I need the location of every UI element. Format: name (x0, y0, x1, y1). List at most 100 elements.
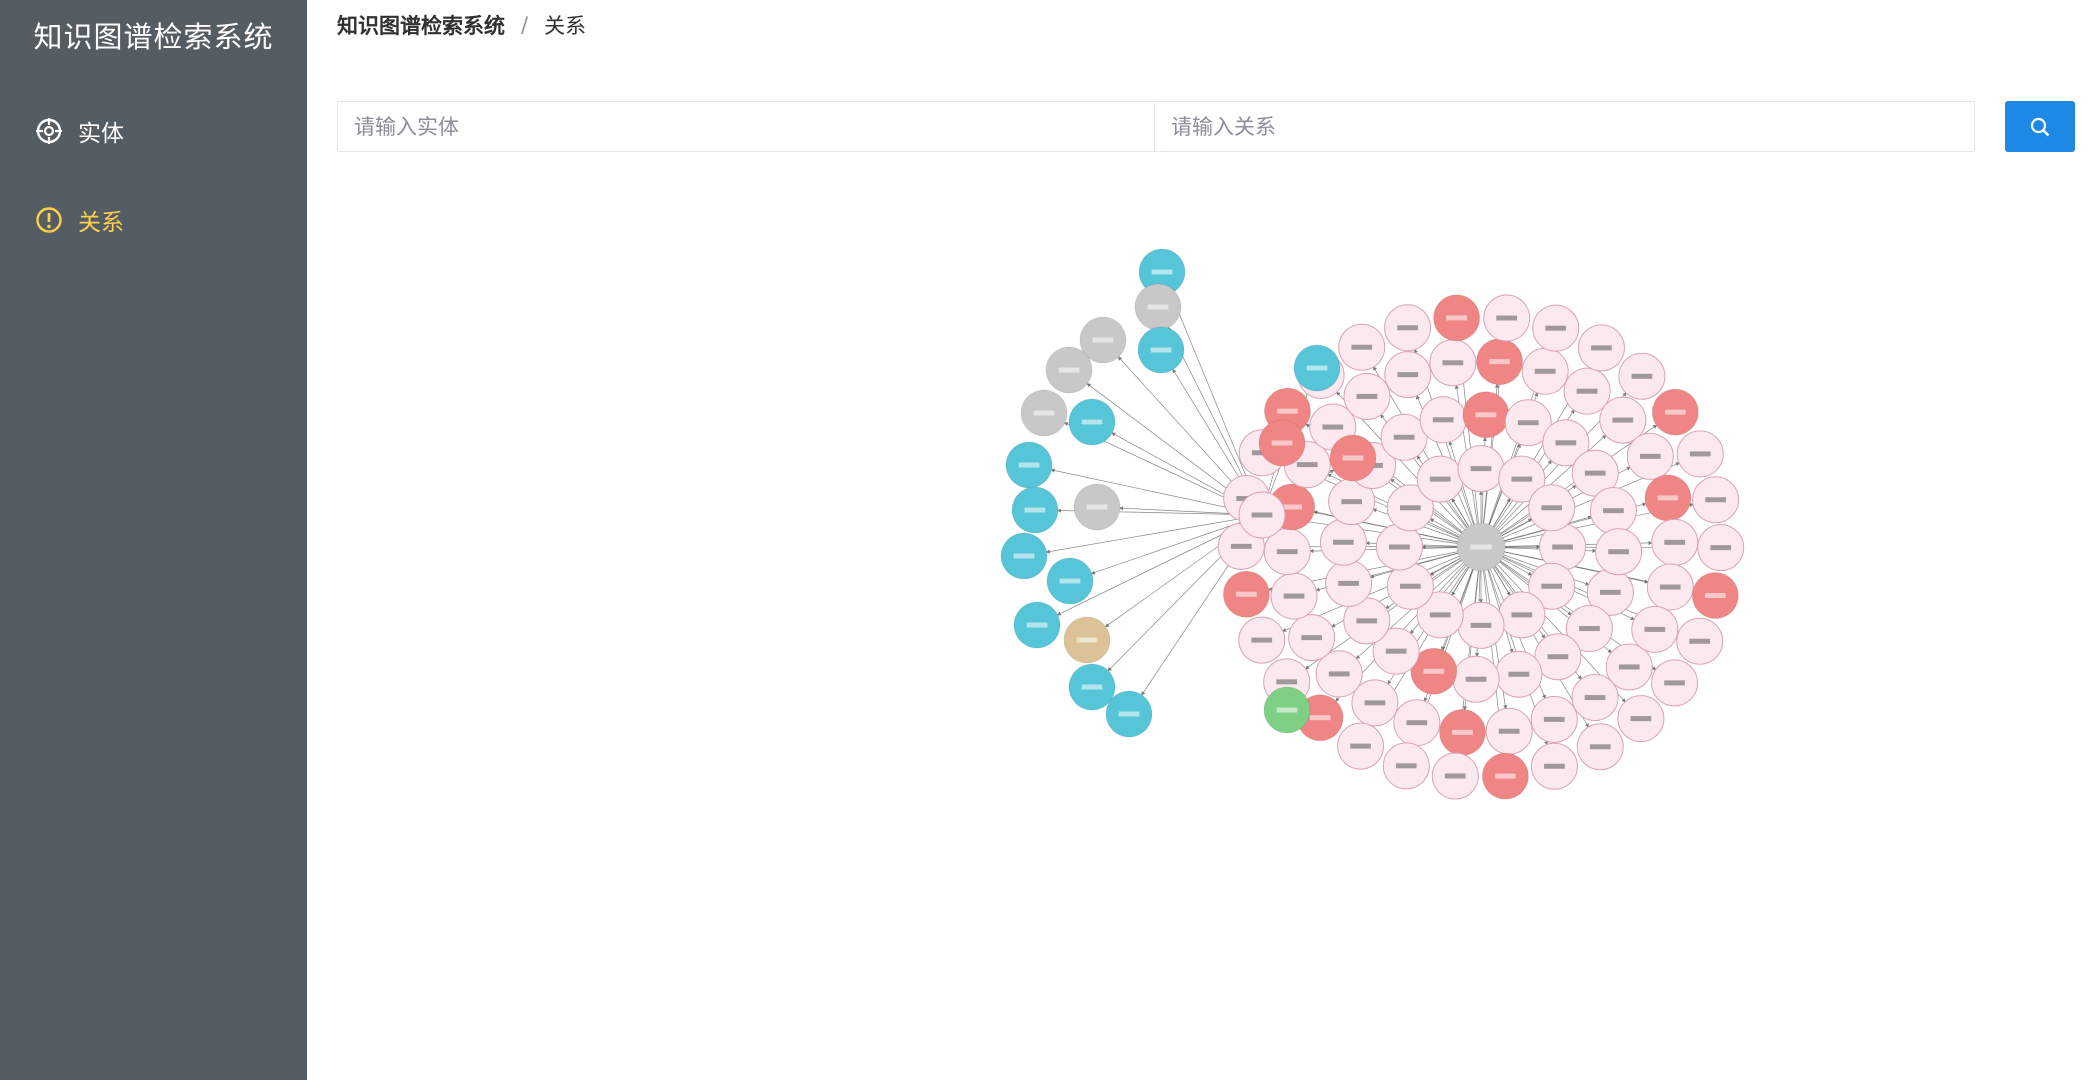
sidebar-item-relation[interactable]: 关系 (34, 200, 124, 240)
graph-node-text (1236, 591, 1257, 597)
graph-node-text (1664, 409, 1686, 415)
graph-node-text (1059, 578, 1081, 584)
graph-node-text (1442, 360, 1464, 366)
graph-node-text (1276, 679, 1298, 685)
graph-node-text (1659, 584, 1681, 590)
graph-node-text (1026, 622, 1048, 628)
graph-node-text (1276, 707, 1298, 713)
graph-node-text (1013, 553, 1035, 559)
graph-node-text (1277, 408, 1298, 414)
graph-node-text (1470, 622, 1492, 628)
graph-node-text (1600, 589, 1621, 595)
graph-node-text (1544, 763, 1565, 769)
graph-node-text (1541, 583, 1563, 589)
graph-node-text (1543, 716, 1565, 722)
relation-input[interactable] (1154, 101, 1975, 152)
graph-node-text (1644, 626, 1666, 632)
graph-node-text (1364, 700, 1386, 706)
graph-node-text (1429, 476, 1451, 482)
graph-node-text (1584, 695, 1606, 701)
graph-node-text (1612, 417, 1634, 423)
graph-node-text (1704, 593, 1726, 599)
crosshair-icon (34, 116, 64, 146)
graph-node-text (1534, 368, 1556, 374)
graph-node-text (1465, 676, 1487, 682)
graph-node-text (1496, 315, 1518, 321)
graph-node-text (1150, 347, 1172, 353)
graph-node-text (1058, 367, 1080, 373)
graph-node-text (1151, 269, 1173, 275)
breadcrumb-separator: / (521, 13, 529, 37)
search-bar (337, 101, 2075, 152)
graph-node-text (1350, 743, 1371, 749)
graph-node-text (1475, 412, 1497, 418)
graph-node-text (1555, 440, 1577, 446)
graph-node-text (1283, 593, 1305, 599)
graph-node-text (1306, 365, 1328, 371)
graph-node-text (1081, 684, 1103, 690)
graph-node-text (1689, 638, 1711, 644)
graph-node-text (1301, 635, 1323, 641)
graph-node-text (1356, 618, 1378, 624)
graph-node-text (1251, 512, 1273, 518)
graph-node-text (1603, 508, 1624, 514)
graph-node-text (1432, 417, 1454, 423)
graph-node-text (1147, 304, 1169, 310)
graph-node-text (1333, 539, 1354, 545)
graph-node-text (1251, 637, 1273, 643)
graph-node-text (1608, 549, 1629, 555)
graph-node-text (1018, 462, 1040, 468)
search-button[interactable] (2005, 101, 2075, 152)
graph-node-text (1446, 315, 1467, 321)
graph-node-text (1517, 420, 1539, 426)
graph-node-text (1024, 507, 1046, 513)
graph-node-text (1639, 453, 1661, 459)
graph-node-text (1342, 455, 1364, 461)
graph-node-text (1511, 612, 1533, 618)
graph-node-text (1710, 545, 1732, 551)
graph-node-text (1389, 544, 1410, 550)
info-circle-icon (34, 205, 64, 235)
graph-node-text (1076, 637, 1098, 643)
graph-node-text (1591, 345, 1612, 351)
graph-node-text (1664, 680, 1685, 686)
sidebar-item-entity[interactable]: 实体 (34, 111, 124, 151)
graph-node-text (1689, 451, 1711, 457)
knowledge-graph[interactable] (307, 200, 2090, 920)
graph-node-text (1351, 344, 1373, 350)
graph-node-text (1092, 337, 1114, 343)
graph-node-text (1385, 648, 1407, 654)
graph-node-text (1630, 716, 1652, 722)
graph-node-text (1589, 744, 1611, 750)
graph-node-text (1081, 419, 1103, 425)
graph-node-text (1393, 434, 1415, 440)
main-content: 知识图谱检索系统 / 关系 (307, 0, 2090, 1080)
graph-canvas[interactable] (307, 200, 2090, 920)
graph-node-text (1511, 476, 1533, 482)
entity-input[interactable] (337, 101, 1155, 152)
graph-node-text (1552, 544, 1573, 550)
graph-node-text (1341, 499, 1362, 505)
graph-node-text (1296, 462, 1318, 468)
graph-node-text (1545, 325, 1567, 331)
graph-node-text (1470, 544, 1492, 550)
graph-node-text (1086, 504, 1108, 510)
graph-node-text (1498, 728, 1520, 734)
graph-node-text (1309, 715, 1331, 721)
graph-node-text (1444, 773, 1466, 779)
breadcrumb-current: 关系 (544, 14, 587, 38)
graph-node-text (1033, 410, 1055, 416)
graph-node-text (1271, 440, 1293, 446)
breadcrumb-root[interactable]: 知识图谱检索系统 (337, 10, 505, 40)
graph-node-text (1276, 549, 1298, 555)
graph-node-text (1397, 325, 1418, 331)
graph-node-text (1230, 543, 1252, 549)
graph-node-text (1489, 359, 1510, 365)
graph-node-text (1576, 388, 1598, 394)
graph-node-text (1429, 612, 1451, 618)
graph-node-text (1618, 664, 1640, 670)
graph-node-text (1118, 711, 1140, 717)
graph-node-text (1423, 668, 1445, 674)
graph-node-text (1547, 654, 1569, 660)
graph-node-text (1328, 671, 1350, 677)
